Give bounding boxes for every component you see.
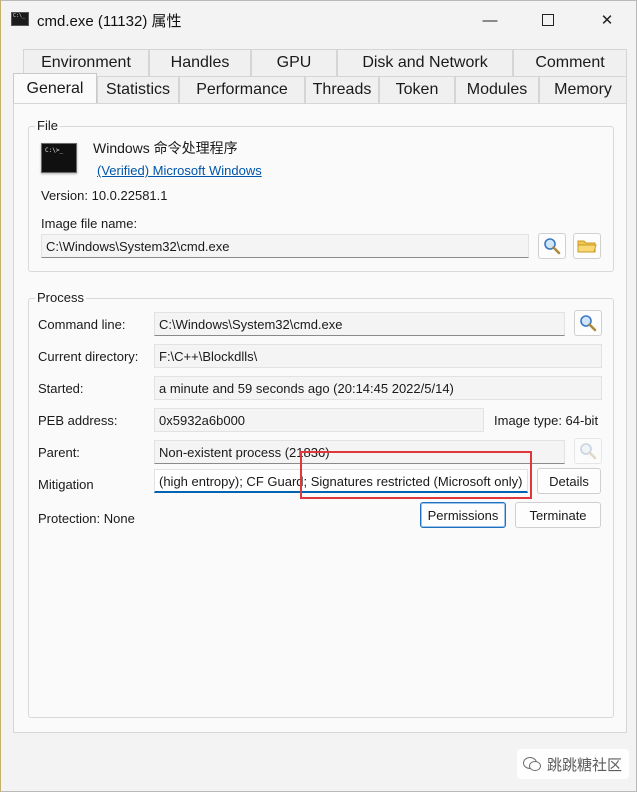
cmd-app-icon: [11, 12, 29, 26]
tab-threads[interactable]: Threads: [305, 76, 379, 103]
tab-memory[interactable]: Memory: [539, 76, 627, 103]
tab-performance[interactable]: Performance: [179, 76, 305, 103]
current-directory-field[interactable]: F:\C++\Blockdlls\: [154, 344, 602, 368]
title-bar[interactable]: cmd.exe (11132) 属性 — ✕: [1, 1, 636, 39]
minimize-button[interactable]: —: [467, 1, 513, 39]
file-description: Windows 命令处理程序: [93, 140, 238, 156]
magnifier-icon: [580, 443, 597, 460]
mitigation-label: Mitigation: [38, 477, 94, 492]
annotation-highlight-box: [300, 451, 532, 499]
tab-strip: Environment Handles GPU Disk and Network…: [13, 49, 627, 103]
tab-comment[interactable]: Comment: [513, 49, 627, 76]
tab-token[interactable]: Token: [379, 76, 455, 103]
folder-icon: [577, 240, 597, 253]
parent-label: Parent:: [38, 445, 80, 460]
maximize-icon: [542, 14, 554, 26]
peb-address-label: PEB address:: [38, 413, 118, 428]
properties-window: cmd.exe (11132) 属性 — ✕ Environment Handl…: [0, 0, 637, 792]
tab-modules[interactable]: Modules: [455, 76, 539, 103]
magnifier-icon: [580, 315, 597, 332]
process-group: Process Command line: C:\Windows\System3…: [28, 290, 614, 718]
wechat-icon: [523, 757, 541, 771]
image-file-name-label: Image file name:: [41, 216, 138, 231]
window-title: cmd.exe (11132) 属性: [37, 13, 182, 30]
close-button[interactable]: ✕: [584, 1, 630, 39]
parent-search-button[interactable]: [574, 438, 602, 464]
tab-statistics[interactable]: Statistics: [97, 76, 179, 103]
peb-address-field[interactable]: 0x5932a6b000: [154, 408, 484, 432]
started-field[interactable]: a minute and 59 seconds ago (20:14:45 20…: [154, 376, 602, 400]
tab-general[interactable]: General: [13, 73, 97, 103]
watermark: 跳跳糖社区: [517, 749, 629, 779]
image-file-search-button[interactable]: [538, 233, 566, 259]
open-folder-button[interactable]: [573, 233, 601, 259]
image-file-name-field[interactable]: C:\Windows\System32\cmd.exe: [41, 234, 529, 258]
general-tab-panel: File C:\>_ Windows 命令处理程序 (Verified) Mic…: [13, 103, 627, 733]
tab-disk-and-network[interactable]: Disk and Network: [337, 49, 513, 76]
permissions-button[interactable]: Permissions: [420, 502, 506, 528]
process-group-label: Process: [35, 290, 86, 305]
terminate-button[interactable]: Terminate: [515, 502, 601, 528]
command-line-search-button[interactable]: [574, 310, 602, 336]
cmd-image-icon: C:\>_: [41, 143, 77, 173]
tab-gpu[interactable]: GPU: [251, 49, 337, 76]
verified-signer-link[interactable]: (Verified) Microsoft Windows: [97, 163, 262, 178]
maximize-button[interactable]: [525, 1, 571, 39]
details-button[interactable]: Details: [537, 468, 601, 494]
file-group-label: File: [35, 118, 60, 133]
current-directory-label: Current directory:: [38, 349, 139, 364]
command-line-field[interactable]: C:\Windows\System32\cmd.exe: [154, 312, 565, 336]
magnifier-icon: [544, 238, 561, 255]
file-version: Version: 10.0.22581.1: [41, 188, 168, 203]
image-type-label: Image type: 64-bit: [494, 413, 599, 428]
file-group: File C:\>_ Windows 命令处理程序 (Verified) Mic…: [28, 118, 614, 272]
protection-label: Protection: None: [38, 511, 135, 526]
tab-handles[interactable]: Handles: [149, 49, 251, 76]
tab-environment[interactable]: Environment: [23, 49, 149, 76]
command-line-label: Command line:: [38, 317, 126, 332]
watermark-text: 跳跳糖社区: [547, 756, 623, 774]
started-label: Started:: [38, 381, 84, 396]
